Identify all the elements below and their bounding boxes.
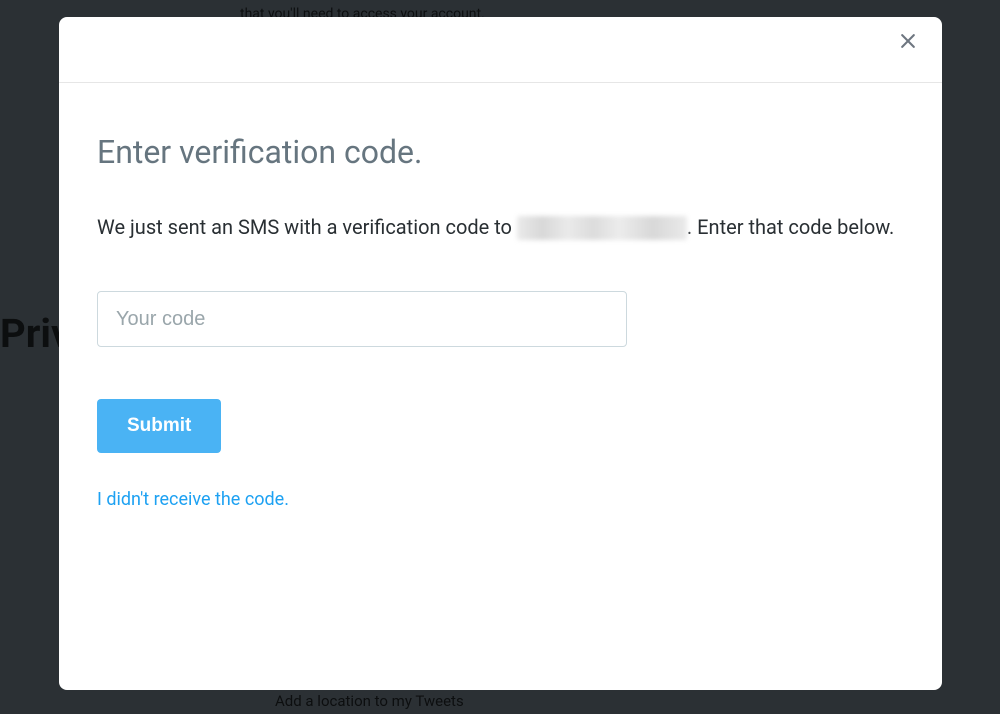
close-button[interactable]	[896, 31, 920, 55]
description-post: . Enter that code below.	[687, 215, 894, 239]
submit-button[interactable]: Submit	[97, 399, 221, 453]
modal-description: We just sent an SMS with a verification …	[97, 211, 904, 243]
close-icon	[898, 31, 918, 55]
redacted-phone-number	[517, 216, 687, 240]
page-backdrop: that you'll need to access your account.…	[0, 0, 1000, 714]
verification-modal: Enter verification code. We just sent an…	[59, 17, 942, 690]
description-pre: We just sent an SMS with a verification …	[97, 215, 517, 239]
resend-code-link[interactable]: I didn't receive the code.	[97, 489, 904, 510]
modal-body: Enter verification code. We just sent an…	[59, 83, 942, 510]
background-bottom-text: Add a location to my Tweets	[275, 692, 464, 710]
modal-title: Enter verification code.	[97, 133, 904, 171]
modal-header	[59, 17, 942, 83]
verification-code-input[interactable]	[97, 291, 627, 347]
